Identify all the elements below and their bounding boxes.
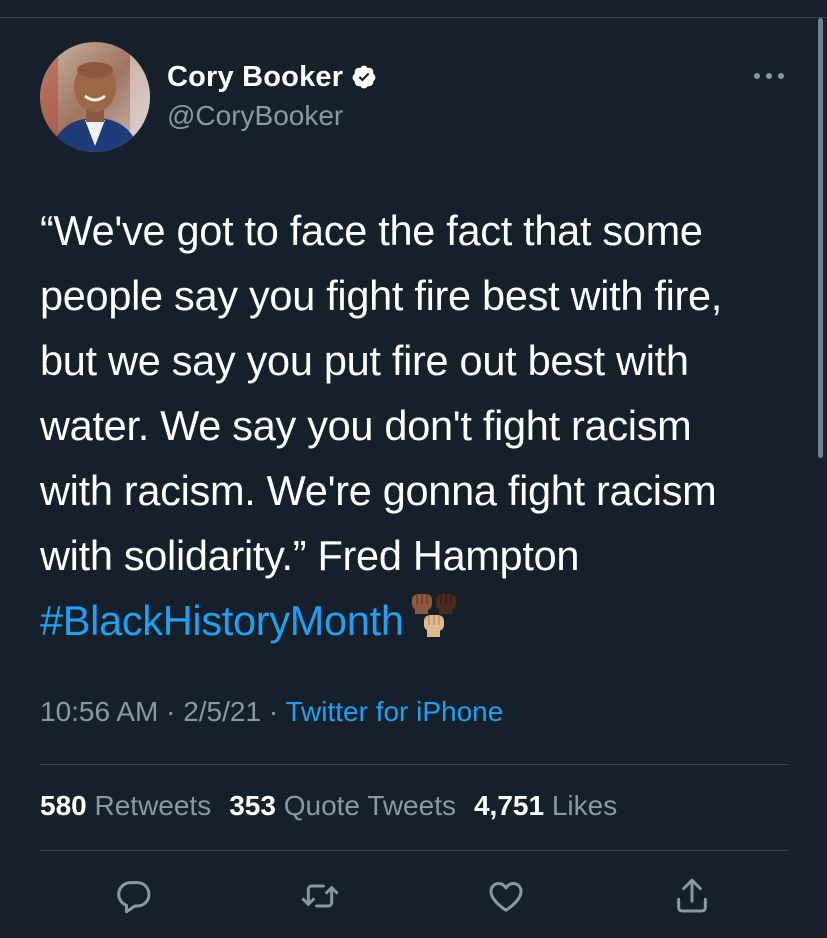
verified-badge-icon xyxy=(352,65,376,89)
tweet-date: 2/5/21 xyxy=(183,696,262,727)
meta-separator: · xyxy=(158,696,184,727)
scrollbar[interactable] xyxy=(815,18,827,938)
avatar[interactable] xyxy=(40,42,150,152)
hashtag-link[interactable]: #BlackHistoryMonth xyxy=(40,597,404,644)
scrollbar-thumb[interactable] xyxy=(818,18,823,458)
avatar-photo xyxy=(40,42,150,152)
quote-tweets-label: Quote Tweets xyxy=(275,790,456,821)
author-name-row[interactable]: Cory Booker xyxy=(167,58,377,96)
reply-icon[interactable] xyxy=(114,876,154,916)
quote-tweets-count: 353 xyxy=(229,790,276,821)
tweet-time: 10:56 AM xyxy=(40,696,159,727)
stats-bottom-divider xyxy=(40,850,788,851)
tweet-meta: 10:56 AM · 2/5/21 · Twitter for iPhone xyxy=(40,696,503,728)
tweet-source-link[interactable]: Twitter for iPhone xyxy=(285,696,503,727)
more-options-icon[interactable] xyxy=(750,66,788,86)
quote-tweets-stat[interactable]: 353 Quote Tweets xyxy=(229,790,456,821)
top-divider xyxy=(0,17,827,18)
tweet-line: with solidarity.” Fred Hampton xyxy=(40,532,580,579)
tweet-stats: 580 Retweets 353 Quote Tweets 4,751 Likes xyxy=(40,790,617,822)
tweet-line: people say you fight fire best with fire… xyxy=(40,272,723,319)
tweet-line: with racism. We're gonna fight racism xyxy=(40,467,717,514)
tweet-line: water. We say you don't fight racism xyxy=(40,402,692,449)
display-name[interactable]: Cory Booker xyxy=(167,61,343,94)
share-icon[interactable] xyxy=(672,876,712,916)
likes-label: Likes xyxy=(544,790,618,821)
meta-separator: · xyxy=(261,696,286,727)
heart-icon[interactable] xyxy=(486,876,526,916)
likes-count: 4,751 xyxy=(473,790,545,821)
hashtag-line: #BlackHistoryMonth xyxy=(40,588,810,653)
raised-fists-emoji-icon xyxy=(411,594,456,637)
retweets-label: Retweets xyxy=(86,790,212,821)
stats-top-divider xyxy=(40,764,788,765)
likes-stat[interactable]: 4,751 Likes xyxy=(474,790,617,821)
retweets-count: 580 xyxy=(40,790,87,821)
tweet-text: “We've got to face the fact that some pe… xyxy=(40,198,810,653)
handle[interactable]: @CoryBooker xyxy=(167,100,343,132)
tweet-line: “We've got to face the fact that some xyxy=(40,207,703,254)
tweet-line: but we say you put fire out best with xyxy=(40,337,689,384)
retweets-stat[interactable]: 580 Retweets xyxy=(40,790,211,821)
retweet-icon[interactable] xyxy=(300,876,340,916)
